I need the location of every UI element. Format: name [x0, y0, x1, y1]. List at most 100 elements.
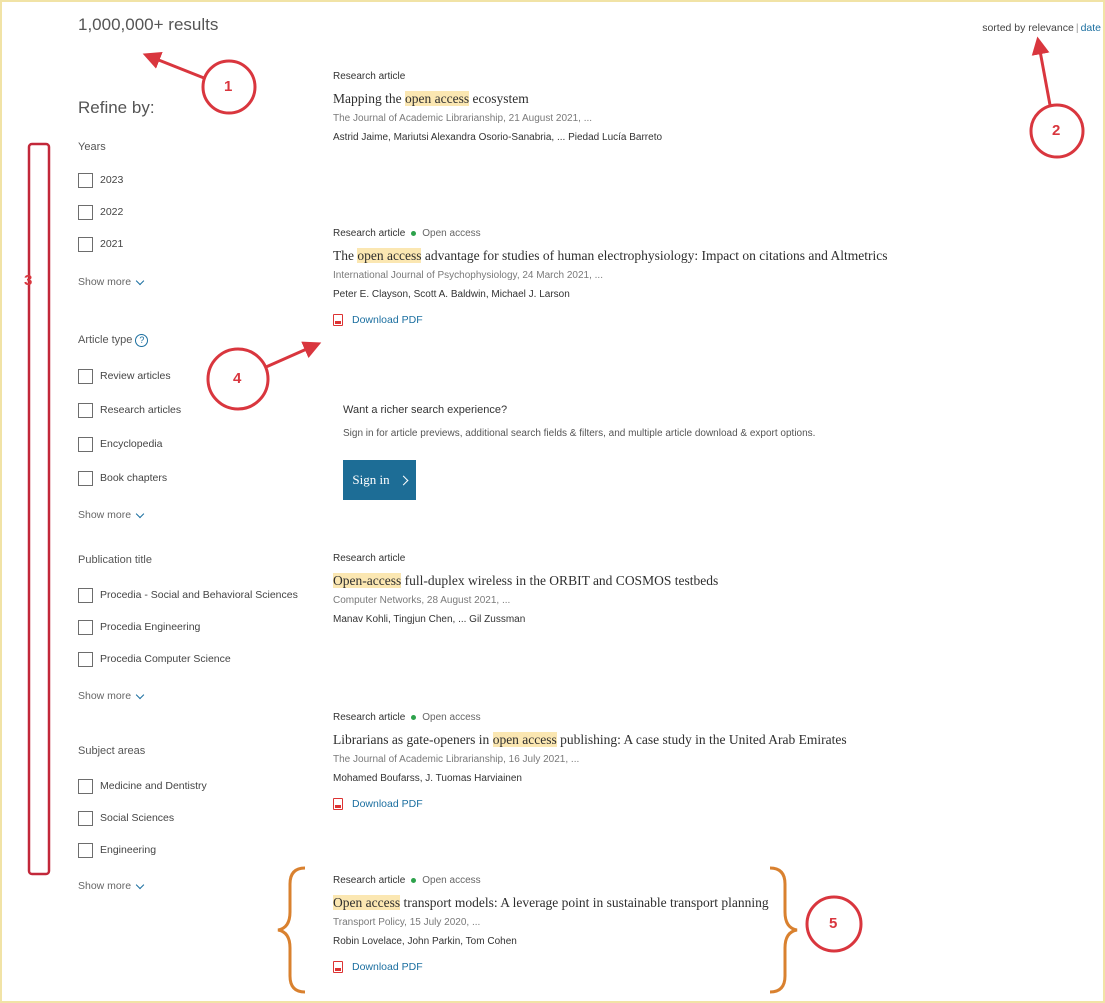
result-type-row: Research article Open access — [333, 226, 893, 240]
facet-option[interactable]: Review articles — [78, 365, 298, 387]
download-label: Download PDF — [352, 961, 423, 973]
facet-option[interactable]: Procedia Computer Science — [78, 648, 298, 670]
article-type-label: Research article — [333, 711, 406, 723]
checkbox[interactable] — [78, 236, 93, 252]
facet-option[interactable]: Research articles — [78, 399, 298, 421]
open-access-label: Open access — [422, 874, 481, 886]
result-authors: Manav Kohli, Tingjun Chen, ... Gil Zussm… — [333, 614, 526, 625]
facet-heading: Article type — [78, 334, 133, 346]
show-more-label: Show more — [78, 276, 132, 288]
promo-title: Want a richer search experience? — [343, 404, 508, 416]
signin-promo: Want a richer search experience? Sign in… — [343, 404, 883, 500]
help-icon[interactable]: ? — [135, 333, 149, 347]
option-label: Social Sciences — [100, 812, 175, 824]
annotation-number-4: 4 — [233, 370, 242, 387]
pdf-icon — [333, 314, 343, 326]
facet-years: Years 2023 2022 2021 Show more — [78, 140, 298, 289]
download-pdf-link[interactable]: Download PDF — [333, 961, 893, 973]
article-type-label: Research article — [333, 874, 406, 886]
result-title-link[interactable]: Open access transport models: A leverage… — [333, 895, 893, 911]
title-text: transport models: A leverage point in su… — [400, 895, 769, 910]
checkbox[interactable] — [78, 436, 93, 452]
checkbox[interactable] — [78, 651, 93, 667]
facet-option[interactable]: Social Sciences — [78, 807, 298, 829]
refine-by-heading: Refine by: — [78, 98, 155, 117]
result-type-row: Research article Open access — [333, 710, 893, 724]
annotation-number-5: 5 — [829, 915, 838, 932]
pdf-icon — [333, 798, 343, 810]
facet-heading: Years — [78, 141, 106, 153]
option-label: Encyclopedia — [100, 438, 163, 450]
title-text: full-duplex wireless in the ORBIT and CO… — [401, 573, 719, 588]
checkbox[interactable] — [78, 587, 93, 603]
result-title-link[interactable]: The open access advantage for studies of… — [333, 248, 893, 264]
checkbox[interactable] — [78, 204, 93, 220]
option-label: Procedia Computer Science — [100, 653, 231, 665]
checkbox[interactable] — [78, 810, 93, 826]
checkbox[interactable] — [78, 778, 93, 794]
result-title-link[interactable]: Mapping the open access ecosystem — [333, 91, 893, 107]
title-text: Librarians as gate-openers in — [333, 732, 493, 747]
result-item: Research article Open access The open acc… — [333, 226, 893, 326]
facet-option[interactable]: Book chapters — [78, 467, 298, 489]
option-label: 2021 — [100, 238, 124, 250]
download-label: Download PDF — [352, 798, 423, 810]
facet-subject-areas: Subject areas Medicine and Dentistry Soc… — [78, 744, 298, 893]
open-access-dot-icon — [411, 714, 417, 720]
checkbox[interactable] — [78, 470, 93, 486]
search-highlight: Open-access — [333, 573, 402, 588]
checkbox[interactable] — [78, 842, 93, 858]
annotation-number-3: 3 — [24, 272, 33, 289]
option-label: Review articles — [100, 370, 171, 382]
checkbox[interactable] — [78, 368, 93, 384]
chevron-down-icon — [135, 690, 145, 699]
option-label: Procedia Engineering — [100, 621, 201, 633]
show-more-subject-areas[interactable]: Show more — [78, 879, 298, 893]
facet-option[interactable]: Engineering — [78, 839, 298, 861]
facet-option[interactable]: Encyclopedia — [78, 433, 298, 455]
show-more-label: Show more — [78, 690, 132, 702]
facet-publication-title: Publication title Procedia - Social and … — [78, 553, 298, 703]
chevron-down-icon — [135, 509, 145, 518]
pdf-icon — [333, 961, 343, 973]
result-authors: Astrid Jaime, Mariutsi Alexandra Osorio-… — [333, 132, 663, 143]
search-highlight: open access — [357, 248, 422, 263]
article-type-label: Research article — [333, 552, 406, 564]
result-item: Research article Mapping the open access… — [333, 69, 893, 144]
download-label: Download PDF — [352, 314, 423, 326]
open-access-dot-icon — [411, 230, 417, 236]
facet-option[interactable]: 2021 — [78, 233, 298, 255]
show-more-article-type[interactable]: Show more — [78, 508, 298, 522]
show-more-label: Show more — [78, 880, 132, 892]
chevron-down-icon — [135, 880, 145, 889]
result-title-link[interactable]: Open-access full-duplex wireless in the … — [333, 573, 893, 589]
download-pdf-link[interactable]: Download PDF — [333, 314, 893, 326]
result-source: The Journal of Academic Librarianship, 1… — [333, 754, 580, 765]
open-access-label: Open access — [422, 711, 481, 723]
show-more-publication-title[interactable]: Show more — [78, 689, 298, 703]
search-highlight: Open access — [333, 895, 401, 910]
checkbox[interactable] — [78, 619, 93, 635]
show-more-label: Show more — [78, 509, 132, 521]
result-title-link[interactable]: Librarians as gate-openers in open acces… — [333, 732, 893, 748]
result-type-row: Research article — [333, 69, 893, 83]
facet-option[interactable]: 2022 — [78, 201, 298, 223]
download-pdf-link[interactable]: Download PDF — [333, 798, 893, 810]
facet-option[interactable]: Procedia Engineering — [78, 616, 298, 638]
sign-in-button[interactable]: Sign in — [343, 460, 416, 500]
checkbox[interactable] — [78, 402, 93, 418]
search-highlight: open access — [405, 91, 470, 106]
facet-option[interactable]: Medicine and Dentistry — [78, 775, 298, 797]
annotation-number-1: 1 — [224, 78, 233, 95]
checkbox[interactable] — [78, 172, 93, 188]
facet-article-type: Article type? Review articles Research a… — [78, 333, 298, 522]
sort-relevance[interactable]: sorted by relevance — [982, 22, 1074, 34]
facet-option[interactable]: Procedia - Social and Behavioral Science… — [78, 584, 298, 606]
facet-option[interactable]: 2023 — [78, 169, 298, 191]
title-text: The — [333, 248, 358, 263]
sort-date-link[interactable]: date — [1081, 22, 1101, 34]
sort-options: sorted by relevance | date — [982, 22, 1101, 34]
promo-body: Sign in for article previews, additional… — [343, 428, 816, 439]
show-more-years[interactable]: Show more — [78, 275, 298, 289]
result-source: Transport Policy, 15 July 2020, ... — [333, 917, 481, 928]
